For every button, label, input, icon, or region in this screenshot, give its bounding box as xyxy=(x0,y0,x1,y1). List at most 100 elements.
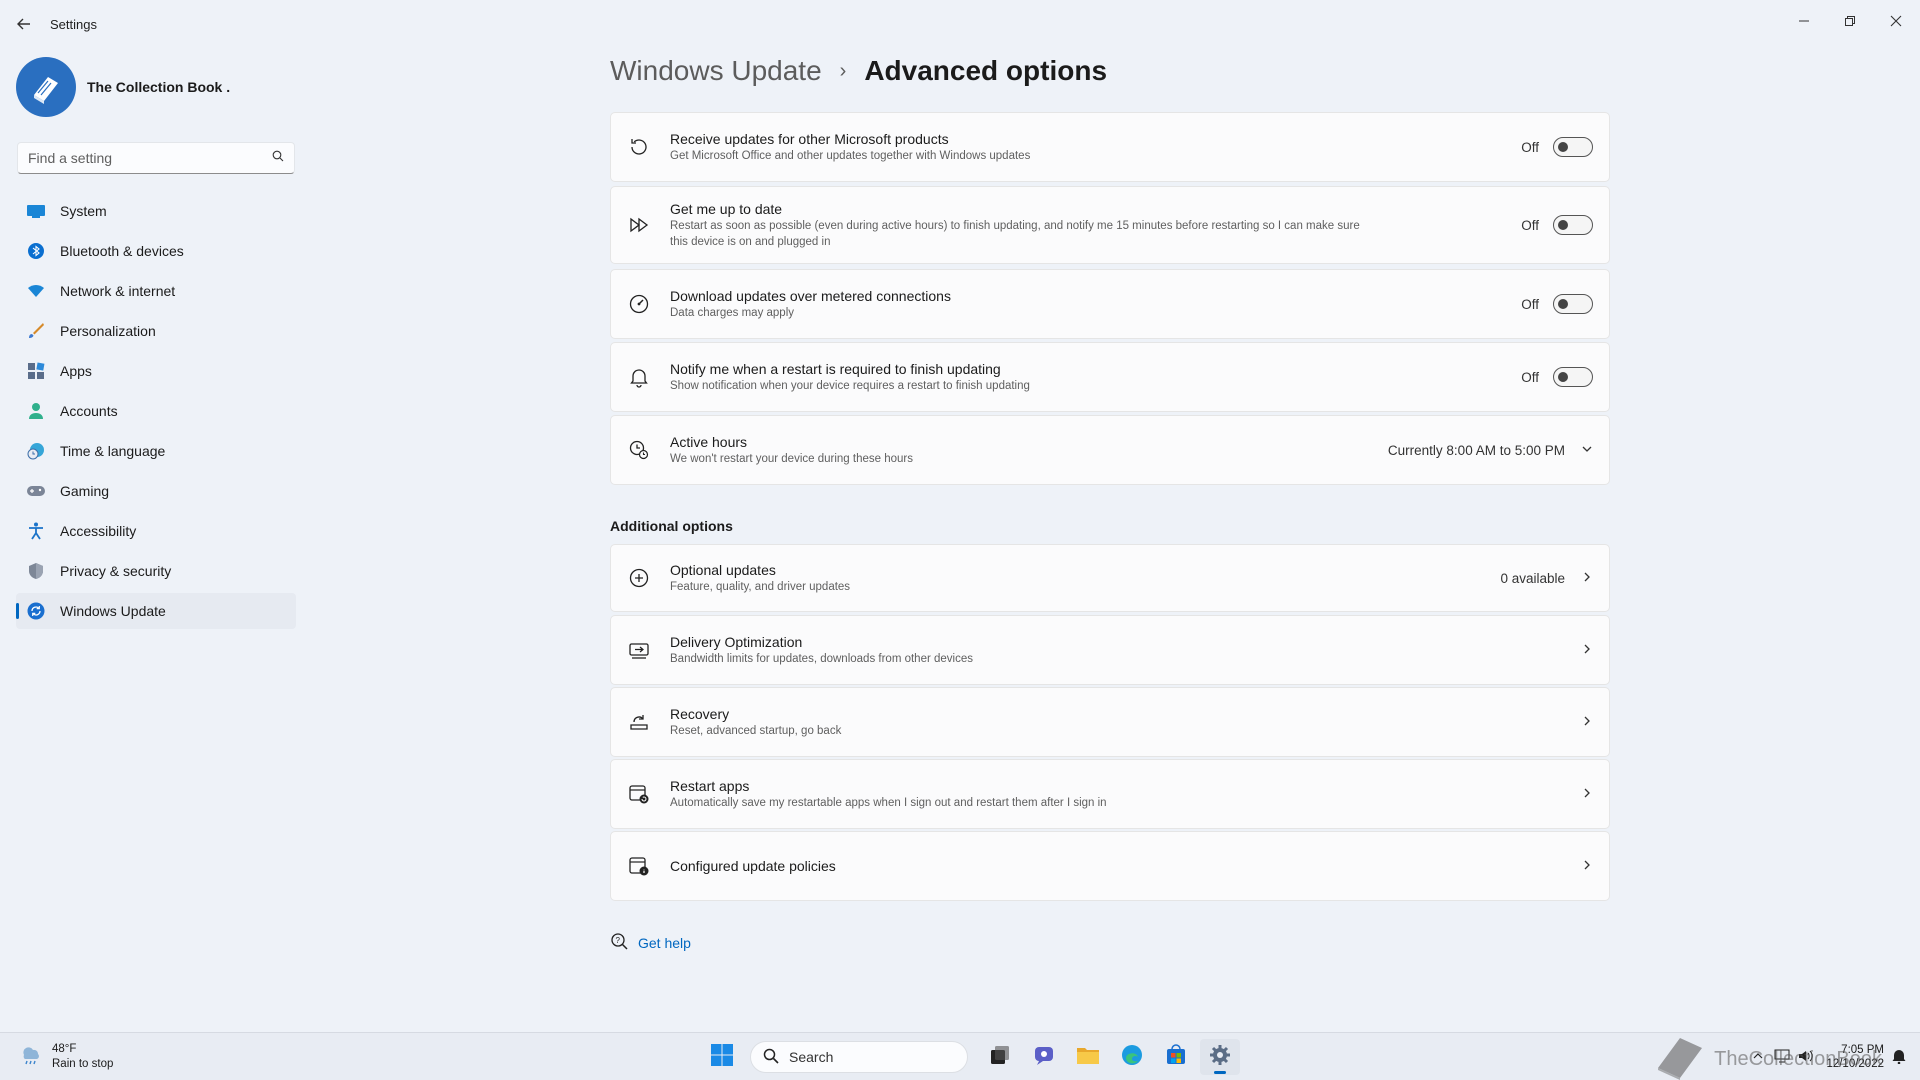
back-arrow-icon[interactable] xyxy=(14,14,34,34)
clock[interactable]: 7:05 PM 12/10/2022 xyxy=(1826,1043,1884,1071)
setting-notify-restart: Notify me when a restart is required to … xyxy=(610,342,1610,412)
profile-name: The Collection Book . xyxy=(87,79,231,95)
task-view-button[interactable] xyxy=(980,1039,1020,1075)
sidebar-item-label: Personalization xyxy=(60,323,156,339)
chevron-right-icon xyxy=(1581,715,1593,730)
sidebar-item-accessibility[interactable]: Accessibility xyxy=(16,513,296,549)
breadcrumb: Windows Update › Advanced options xyxy=(610,55,1107,87)
breadcrumb-parent[interactable]: Windows Update xyxy=(610,55,822,87)
bluetooth-icon xyxy=(26,241,46,261)
search-icon[interactable] xyxy=(272,149,284,167)
sidebar-item-windows-update[interactable]: Windows Update xyxy=(16,593,296,629)
sidebar-item-system[interactable]: System xyxy=(16,193,296,229)
option-optional-updates[interactable]: Optional updates Feature, quality, and d… xyxy=(610,544,1610,612)
rain-cloud-icon xyxy=(18,1041,44,1072)
setting-subtitle: Show notification when your device requi… xyxy=(670,380,1030,392)
setting-title: Notify me when a restart is required to … xyxy=(670,361,1001,377)
get-help-link[interactable]: Get help xyxy=(638,935,691,951)
setting-subtitle: Data charges may apply xyxy=(670,307,795,319)
delivery-icon xyxy=(627,638,651,662)
setting-active-hours[interactable]: Active hours We won't restart your devic… xyxy=(610,415,1610,485)
chevron-right-icon xyxy=(1581,571,1593,586)
taskbar: 48°F Rain to stop Search 7:05 PM 12/10/2… xyxy=(0,1032,1920,1080)
setting-subtitle: Get Microsoft Office and other updates t… xyxy=(670,150,1031,162)
task-view-icon xyxy=(989,1044,1011,1071)
edge-icon xyxy=(1121,1044,1143,1071)
sidebar-item-label: Apps xyxy=(60,363,92,379)
sidebar-item-label: Network & internet xyxy=(60,283,176,299)
sidebar-item-accounts[interactable]: Accounts xyxy=(16,393,296,429)
setting-get-up-to-date: Get me up to date Restart as soon as pos… xyxy=(610,186,1610,264)
chat-icon xyxy=(1033,1044,1055,1071)
windows-logo-icon xyxy=(711,1043,733,1071)
toggle-switch[interactable] xyxy=(1553,367,1593,387)
toggle-state-label: Off xyxy=(1521,369,1539,385)
weather-widget[interactable]: 48°F Rain to stop xyxy=(18,1041,113,1072)
start-button[interactable] xyxy=(702,1039,742,1075)
sidebar-item-network[interactable]: Network & internet xyxy=(16,273,296,309)
clock-time: 7:05 PM xyxy=(1841,1044,1884,1056)
taskbar-center: Search xyxy=(700,1039,1242,1075)
profile[interactable]: The Collection Book . xyxy=(16,57,230,117)
option-title: Optional updates xyxy=(670,562,776,578)
system-icon xyxy=(26,201,46,221)
folder-icon xyxy=(1076,1044,1100,1071)
sidebar-item-gaming[interactable]: Gaming xyxy=(16,473,296,509)
settings-app-button[interactable] xyxy=(1200,1039,1240,1075)
gear-icon xyxy=(1209,1044,1231,1071)
setting-title: Download updates over metered connection… xyxy=(670,288,951,304)
minimize-icon[interactable] xyxy=(1782,6,1826,36)
sidebar-item-bluetooth[interactable]: Bluetooth & devices xyxy=(16,233,296,269)
toggle-switch[interactable] xyxy=(1553,137,1593,157)
sidebar-item-privacy[interactable]: Privacy & security xyxy=(16,553,296,589)
toggle-switch[interactable] xyxy=(1553,215,1593,235)
option-configured-policies[interactable]: Configured update policies xyxy=(610,831,1610,901)
wifi-icon xyxy=(26,281,46,301)
option-subtitle: Bandwidth limits for updates, downloads … xyxy=(670,653,973,665)
help-icon: ? xyxy=(610,932,628,953)
close-icon[interactable] xyxy=(1874,6,1918,36)
update-icon xyxy=(26,601,46,621)
sidebar-item-label: Gaming xyxy=(60,483,110,499)
search-field[interactable] xyxy=(17,142,295,174)
sidebar-item-personalization[interactable]: Personalization xyxy=(16,313,296,349)
setting-title: Active hours xyxy=(670,434,748,450)
sidebar-item-label: Bluetooth & devices xyxy=(60,243,184,259)
volume-icon[interactable] xyxy=(1798,1049,1814,1066)
chevron-up-icon[interactable] xyxy=(1752,1050,1764,1065)
accessibility-icon xyxy=(26,521,46,541)
setting-title: Get me up to date xyxy=(670,201,783,217)
sidebar-item-time-language[interactable]: Time & language xyxy=(16,433,296,469)
sidebar-nav: System Bluetooth & devices Network & int… xyxy=(16,193,296,633)
display-icon[interactable] xyxy=(1774,1049,1790,1066)
weather-desc: Rain to stop xyxy=(52,1057,114,1070)
option-title: Recovery xyxy=(670,706,730,722)
svg-text:?: ? xyxy=(616,936,621,945)
apps-icon xyxy=(26,361,46,381)
toggle-switch[interactable] xyxy=(1553,294,1593,314)
option-restart-apps[interactable]: Restart apps Automatically save my resta… xyxy=(610,759,1610,829)
optional-updates-count: 0 available xyxy=(1500,570,1565,586)
chevron-right-icon xyxy=(1581,787,1593,802)
option-delivery-optimization[interactable]: Delivery Optimization Bandwidth limits f… xyxy=(610,615,1610,685)
option-recovery[interactable]: Recovery Reset, advanced startup, go bac… xyxy=(610,687,1610,757)
setting-subtitle: We won't restart your device during thes… xyxy=(670,453,913,465)
option-title: Delivery Optimization xyxy=(670,634,803,650)
search-input[interactable] xyxy=(28,150,248,166)
restore-icon[interactable] xyxy=(1828,6,1872,36)
option-subtitle: Reset, advanced startup, go back xyxy=(670,725,842,737)
sidebar-item-apps[interactable]: Apps xyxy=(16,353,296,389)
toggle-state-label: Off xyxy=(1521,296,1539,312)
option-title: Restart apps xyxy=(670,778,750,794)
taskbar-search[interactable]: Search xyxy=(750,1041,968,1073)
app-title: Settings xyxy=(50,17,97,32)
chevron-down-icon[interactable] xyxy=(1581,443,1593,458)
search-icon xyxy=(763,1048,779,1067)
toggle-state-label: Off xyxy=(1521,217,1539,233)
file-explorer-button[interactable] xyxy=(1068,1039,1108,1075)
store-button[interactable] xyxy=(1156,1039,1196,1075)
chat-button[interactable] xyxy=(1024,1039,1064,1075)
notification-bell-icon[interactable] xyxy=(1892,1048,1906,1067)
edge-button[interactable] xyxy=(1112,1039,1152,1075)
setting-subtitle: Restart as soon as possible (even during… xyxy=(670,220,1360,232)
